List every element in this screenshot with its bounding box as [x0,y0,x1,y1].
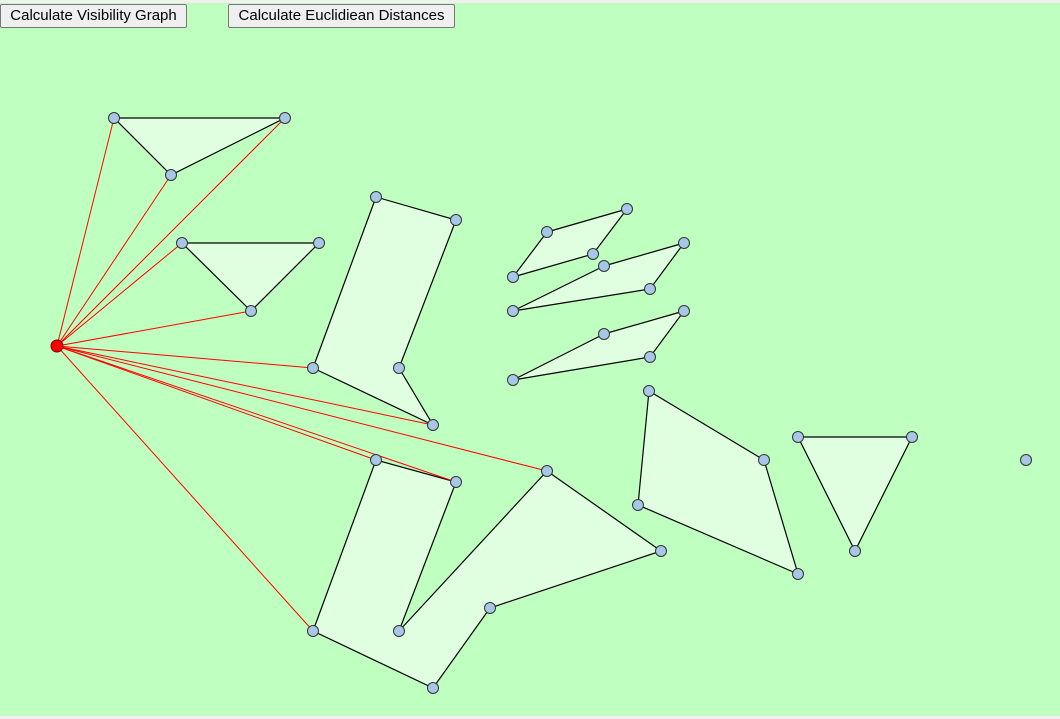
polygon-vertex[interactable] [427,682,439,694]
polygon-vertex[interactable] [644,283,656,295]
visibility-edge [56,345,314,369]
polygon-vertex[interactable] [758,454,770,466]
polygon-vertex[interactable] [621,203,633,215]
obstacle-polygon-8[interactable] [797,436,913,553]
polygon-vertex[interactable] [598,260,610,272]
polygon-vertex[interactable] [176,237,188,249]
polygon-vertex[interactable] [507,305,519,317]
polygon-vertex[interactable] [245,305,257,317]
source-point[interactable] [50,339,64,353]
calculate-visibility-graph-button[interactable]: Calculate Visibility Graph [0,4,187,28]
polygon-vertex[interactable] [313,237,325,249]
visibility-edge [56,345,548,472]
polygon-vertex[interactable] [792,568,804,580]
polygon-vertex[interactable] [307,625,319,637]
polygon-vertex[interactable] [632,499,644,511]
obstacle-polygon-9[interactable] [312,459,663,689]
polygon-vertex[interactable] [370,191,382,203]
polygon-vertex[interactable] [108,112,120,124]
obstacle-polygon-3[interactable] [312,196,457,427]
polygon-vertex[interactable] [450,476,462,488]
polygon-vertex[interactable] [370,454,382,466]
polygon-vertex[interactable] [678,305,690,317]
visibility-edge [56,117,115,347]
visibility-graph-canvas[interactable] [0,0,1060,719]
polygon-vertex[interactable] [906,431,918,443]
polygon-vertex[interactable] [643,385,655,397]
polygon-vertex[interactable] [427,419,439,431]
obstacle-polygon-6[interactable] [512,309,686,381]
visibility-edge [56,345,314,632]
visibility-edge [56,242,183,347]
polygon-vertex[interactable] [541,226,553,238]
polygon-vertex[interactable] [598,328,610,340]
polygon-vertex[interactable] [279,112,291,124]
calculate-euclidean-distances-button[interactable]: Calculate Euclidiean Distances [228,4,455,28]
visibility-edge [56,174,172,347]
polygon-vertex[interactable] [484,602,496,614]
polygon-vertex[interactable] [644,351,656,363]
polygon-vertex[interactable] [450,214,462,226]
polygon-vertex[interactable] [587,248,599,260]
polygon-vertex[interactable] [678,237,690,249]
polygon-vertex[interactable] [849,545,861,557]
polygon-vertex[interactable] [165,169,177,181]
polygon-vertex[interactable] [393,625,405,637]
polygon-vertex[interactable] [792,431,804,443]
polygon-vertex[interactable] [655,545,667,557]
obstacle-polygon-2[interactable] [180,242,321,312]
polygon-vertex[interactable] [541,465,553,477]
polygon-vertex[interactable] [507,271,519,283]
polygon-vertex[interactable] [393,362,405,374]
polygon-vertex[interactable] [507,374,519,386]
target-point[interactable] [1020,454,1032,466]
polygon-vertex[interactable] [307,362,319,374]
obstacle-polygon-1[interactable] [112,117,286,176]
